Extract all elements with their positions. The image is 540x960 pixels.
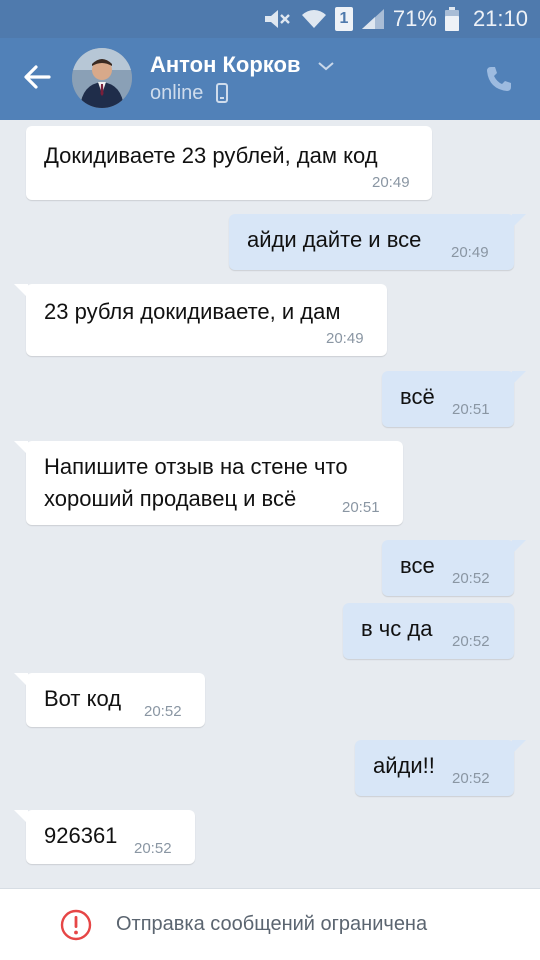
message-incoming[interactable]: Докидиваете 23 рублей, дам код 20:49 [26,126,432,200]
message-text: Вот код [44,686,122,711]
message-time: 20:52 [144,703,182,720]
status-bar: 1 71% 21:10 [0,0,540,38]
message-time: 20:52 [452,570,490,587]
bubble-tail [14,284,28,298]
message-text: Докидиваете 23 рублей, дам код [44,143,378,168]
status-icons: 1 71% 21:10 [263,4,528,34]
bubble-tail [14,441,28,455]
message-time: 20:49 [372,174,410,191]
message-outgoing[interactable]: в чс да 20:52 [343,603,514,659]
phone-icon [487,67,511,91]
message-incoming[interactable]: Вот код 20:52 [14,673,205,727]
message-time: 20:51 [452,401,490,418]
message-outgoing[interactable]: айди!! 20:52 [355,740,526,796]
contact-name[interactable]: Антон Корков [150,52,301,78]
message-incoming[interactable]: 23 рубля докидиваете, и дам 20:49 [14,284,387,356]
compose-bar-restricted: Отправка сообщений ограничена [0,888,540,960]
chevron-down-icon[interactable] [316,58,336,74]
back-button[interactable] [14,54,60,100]
message-text: айди!! [373,753,435,778]
sim-slot-icon: 1 [334,7,353,31]
message-time: 20:51 [342,499,380,516]
battery-icon [444,7,459,31]
message-time: 20:49 [326,330,364,347]
message-text: айди дайте и все [247,227,422,252]
message-outgoing[interactable]: все 20:52 [382,540,526,596]
message-text: в чс да [361,616,433,641]
bubble-tail [512,214,526,228]
bubble-tail [512,371,526,385]
arrow-left-icon [24,65,51,89]
message-list[interactable]: Докидиваете 23 рублей, дам код 20:49 айд… [0,120,540,888]
mute-icon [264,10,290,28]
message-time: 20:52 [134,840,172,857]
avatar-photo [72,48,132,108]
message-text: всё [400,384,435,409]
mobile-phone-icon [216,83,228,103]
bubble-tail [14,673,28,687]
alert-circle-icon [60,909,92,941]
message-incoming[interactable]: 926361 20:52 [14,810,195,864]
call-button[interactable] [478,58,520,100]
contact-status: online [150,82,204,104]
message-text: Напишите отзыв на стене что хороший прод… [44,454,348,511]
clock: 21:10 [472,6,528,31]
signal-icon [361,9,384,29]
message-time: 20:52 [452,770,490,787]
message-text: все [400,553,435,578]
message-text: 23 рубля докидиваете, и дам [44,299,341,324]
battery-percent: 71% [392,6,437,31]
bubble-tail [512,740,526,754]
chat-header: Антон Корков online [0,38,540,120]
message-time: 20:52 [452,633,490,650]
bubble-tail [512,540,526,554]
messaging-restricted-label: Отправка сообщений ограничена [116,913,428,935]
avatar[interactable] [72,48,132,108]
message-incoming[interactable]: Напишите отзыв на стене что хороший прод… [14,441,403,525]
message-outgoing[interactable]: айди дайте и все 20:49 [229,214,526,270]
message-text: 926361 [44,823,118,848]
message-time: 20:49 [451,244,489,261]
message-outgoing[interactable]: всё 20:51 [382,371,526,427]
wifi-icon [301,10,326,28]
bubble-tail [14,810,28,824]
sim-slot-label: 1 [339,10,349,27]
